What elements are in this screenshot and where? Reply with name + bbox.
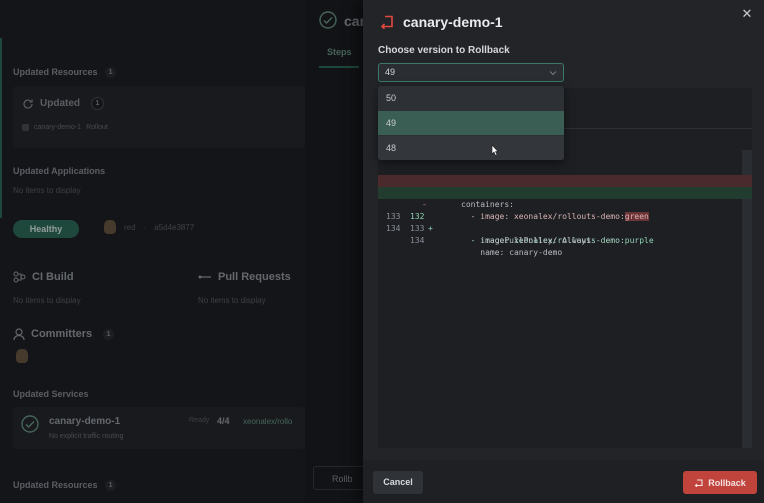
mouse-cursor-icon (491, 144, 499, 156)
diff-line: 133 133 imagePullPolicy: Always (378, 199, 752, 245)
drawer-title: canary-demo-1 (403, 14, 503, 30)
new-line-number: 134 (410, 236, 425, 245)
diff-viewer: 131 131 containers: 132 - - image: xeona… (378, 163, 752, 257)
version-dropdown-menu: 50 49 48 (378, 86, 564, 160)
version-option-hovered[interactable]: 48 (378, 136, 564, 160)
diff-line: 131 131 containers: (378, 163, 752, 209)
diff-code: imagePullPolicy: Always (461, 236, 592, 245)
version-field-label: Choose version to Rollback (378, 45, 510, 56)
rollback-button-label: Rollback (708, 477, 746, 488)
version-select[interactable]: 49 (378, 63, 564, 82)
diff-line: 134 134 name: canary-demo (378, 211, 752, 257)
rollback-icon (380, 15, 393, 29)
version-select-value: 49 (385, 67, 396, 77)
diff-line-removed: 132 - - image: xeonalex/rollouts-demo:gr… (378, 175, 752, 221)
diff-code: name: canary-demo (461, 248, 563, 257)
drawer-header: canary-demo-1 (380, 14, 503, 30)
close-icon[interactable]: ✕ (739, 6, 755, 22)
drawer-footer: Cancel Rollback (363, 460, 764, 503)
new-line-number: 133 (410, 224, 425, 233)
old-line-number: 134 (386, 224, 401, 233)
version-option[interactable]: 50 (378, 86, 564, 110)
version-option-selected[interactable]: 49 (378, 111, 564, 135)
rollback-icon (694, 478, 703, 487)
chevron-down-icon (549, 71, 557, 76)
diff-highlight: purple (624, 236, 654, 245)
cancel-button[interactable]: Cancel (373, 471, 423, 494)
diff-line-added: 132 + - image: xeonalex/rollouts-demo:pu… (378, 187, 752, 245)
rollback-drawer: canary-demo-1 ✕ Choose version to Rollba… (363, 0, 764, 503)
rollback-button[interactable]: Rollback (683, 471, 757, 494)
